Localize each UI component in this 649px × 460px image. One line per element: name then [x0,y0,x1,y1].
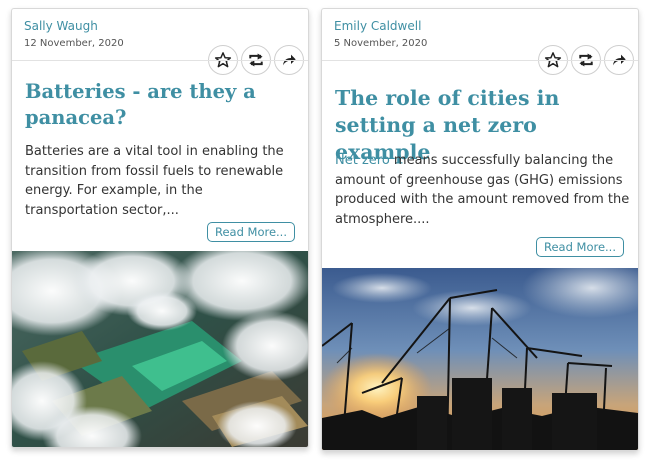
author-name[interactable]: Sally Waugh [24,19,98,33]
cranes-image-graphic [322,268,638,450]
article-image-aerial-clouds-solar-farm[interactable] [12,251,308,447]
article-excerpt: Batteries are a vital tool in enabling t… [25,144,284,218]
article-excerpt: Net zero means successfully balancing th… [335,151,631,229]
header-divider [322,60,638,61]
article-card[interactable]: Emily Caldwell 5 November, 2020 The role… [321,8,639,451]
article-image-construction-cranes-sunset[interactable] [322,268,638,450]
net-zero-link[interactable]: Net zero [335,153,390,168]
header-divider [12,60,308,61]
read-more-button[interactable]: Read More... [206,222,295,242]
aerial-image-graphic [12,251,308,447]
post-date: 12 November, 2020 [24,38,124,49]
post-date: 5 November, 2020 [334,38,428,49]
author-name[interactable]: Emily Caldwell [334,19,421,33]
read-more-button[interactable]: Read More... [535,237,624,257]
article-title[interactable]: Batteries - are they a panacea? [25,79,293,130]
article-card[interactable]: Sally Waugh 12 November, 2020 Batteries … [11,8,309,448]
